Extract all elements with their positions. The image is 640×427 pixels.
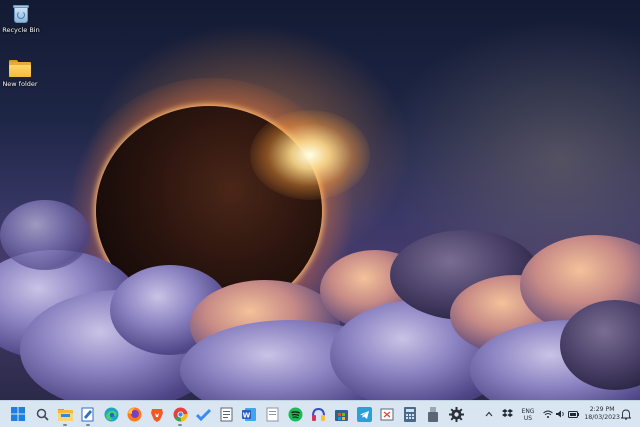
pen-doc-icon [81,407,94,421]
taskbar-app-17[interactable] [379,406,395,422]
snip-icon [380,408,393,420]
taskbar-edge[interactable] [103,406,119,422]
chrome-icon [173,407,188,422]
taskbar-app-12[interactable] [264,406,280,422]
taskbar-brave[interactable] [149,406,165,422]
tray-overflow-button[interactable] [484,406,494,422]
windows-start-icon [11,407,25,421]
desktop-icon-recycle-bin[interactable]: Recycle Bin [0,4,45,34]
taskbar: W ENG US 2:29 PM 18/03/2023 [0,400,640,427]
spotify-icon [288,407,302,421]
firefox-icon [127,407,141,421]
store-icon [334,409,348,421]
bell-icon [621,409,631,420]
desktop-icon-label: Recycle Bin [2,26,40,34]
search-button[interactable] [34,406,50,422]
tray-volume[interactable] [555,406,566,422]
taskbar-app-15[interactable] [333,406,349,422]
region-code: US [523,414,533,422]
sun-flare [250,110,370,200]
taskbar-firefox[interactable] [126,406,142,422]
notification-center-button[interactable] [620,406,632,422]
tray-dropbox[interactable] [501,406,513,422]
taskbar-chrome[interactable] [172,406,188,426]
start-button[interactable] [10,406,26,422]
taskbar-todo[interactable] [195,406,211,422]
gear-icon [448,406,464,422]
taskbar-settings[interactable] [448,406,464,422]
battery-icon [567,410,579,418]
taskbar-app-19[interactable] [425,406,441,422]
clock-time: 2:29 PM [589,406,615,413]
check-icon [195,408,211,421]
taskbar-spotify[interactable] [287,406,303,422]
chevron-up-icon [485,411,493,417]
brave-icon [151,408,163,422]
language-indicator[interactable]: ENG US [519,401,537,427]
desktop-icon-new-folder[interactable]: New folder [0,60,44,88]
tray-battery[interactable] [567,406,579,422]
clock-date: 18/03/2023 [584,414,620,421]
dropbox-icon [501,409,513,417]
taskbar-file-explorer[interactable] [57,406,73,426]
taskbar-calculator[interactable] [402,406,418,422]
folder-icon [57,408,73,421]
desktop-wallpaper [0,0,640,400]
desktop-icon-label: New folder [2,80,38,88]
language-code: ENG [521,407,535,415]
clock[interactable]: 2:29 PM 18/03/2023 [584,406,620,422]
taskbar-word[interactable]: W [241,406,257,422]
volume-icon [555,410,564,418]
running-indicator [63,424,67,426]
tray-wifi[interactable] [542,406,553,422]
taskbar-app-4[interactable] [80,406,96,426]
document-icon [266,407,278,421]
taskbar-telegram[interactable] [356,406,372,422]
word-icon: W [241,407,256,421]
calculator-icon [404,406,416,422]
headphones-icon [311,407,325,421]
taskbar-app-14[interactable] [310,406,326,422]
folder-icon [9,60,31,77]
wifi-icon [542,410,553,418]
edge-icon [104,407,118,421]
svg-text:W: W [242,411,250,419]
running-indicator [178,424,182,426]
telegram-icon [356,406,372,422]
cloud [0,200,90,270]
notepad-icon [220,407,232,421]
taskbar-app-10[interactable] [218,406,234,422]
running-indicator [86,424,90,426]
usb-icon [428,406,438,422]
search-icon [36,408,49,421]
recycle-bin-icon [13,4,29,23]
